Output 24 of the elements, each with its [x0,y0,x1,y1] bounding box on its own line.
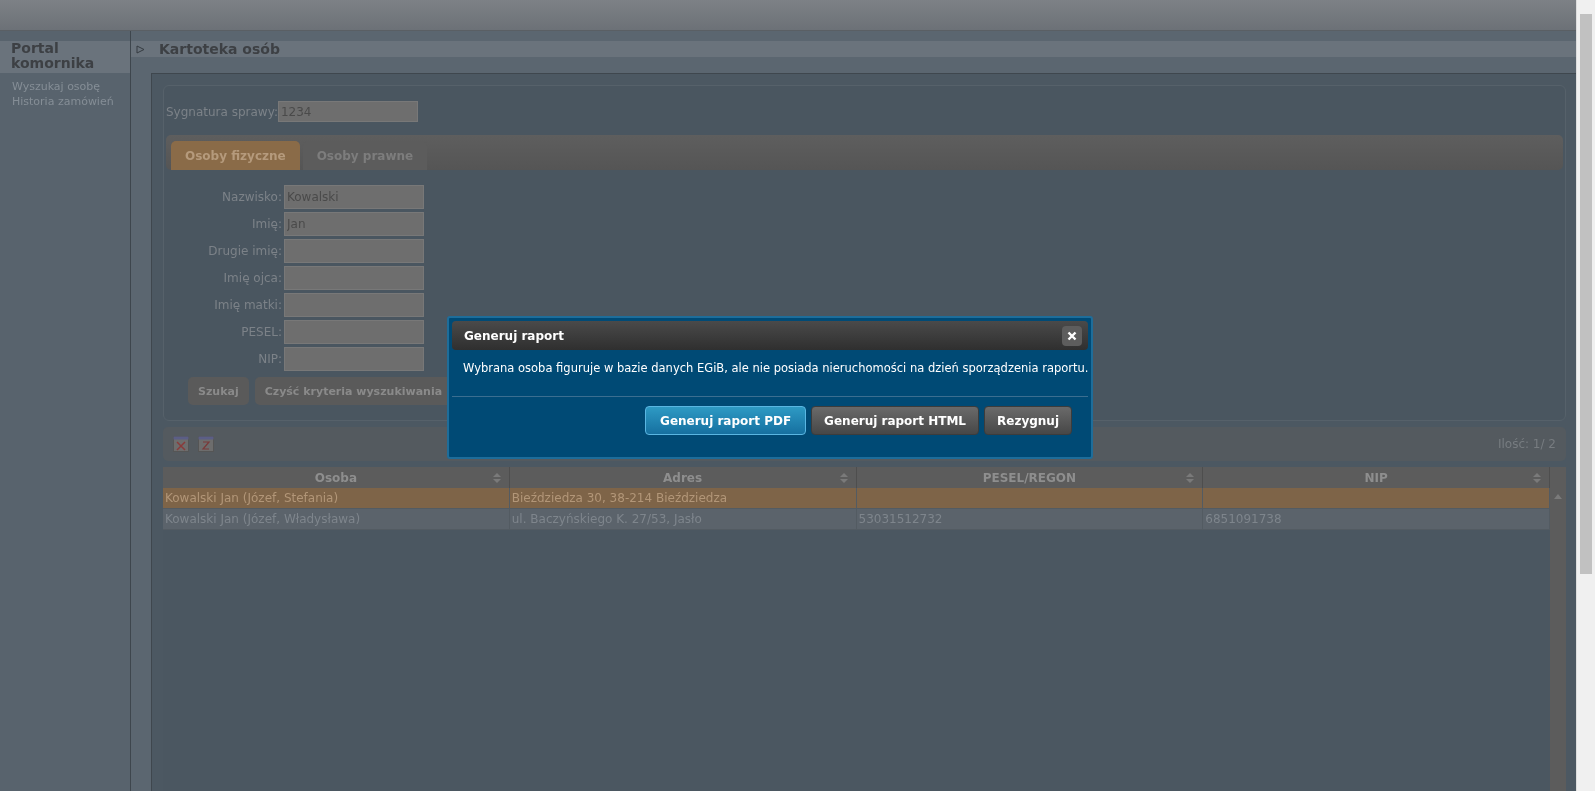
input-field[interactable] [284,347,424,371]
delete-icon[interactable] [173,436,189,452]
expand-triangle-icon[interactable] [136,44,145,54]
page-scrollbar[interactable] [1576,0,1595,791]
table-scrollbar[interactable] [1550,488,1566,791]
sort-icon[interactable] [1533,473,1541,483]
sort-icon[interactable] [839,473,848,483]
dialog-button[interactable]: Rezygnuj [984,406,1072,435]
scroll-up-arrow-icon[interactable] [1554,494,1562,499]
dialog-title: Generuj raport [464,328,564,343]
sort-icon[interactable] [492,473,501,483]
dialog-button[interactable]: Generuj raport HTML [811,406,979,435]
input-field[interactable] [284,239,424,263]
sort-icon[interactable] [1186,473,1195,483]
input-field[interactable] [284,266,424,290]
close-button[interactable] [1062,325,1082,346]
z-document-icon[interactable] [198,436,214,452]
input-field[interactable] [284,293,424,317]
close-icon[interactable] [1067,330,1077,341]
input-field[interactable] [284,320,424,344]
page-title: Kartoteka osób [159,41,280,57]
dialog-message: Wybrana osoba figuruje w bazie danych EGiB, ale nie posiada nieruchomości na dzień sporządzenia raportu. [463,360,1089,376]
sidebar-title: Portal komornika [0,41,130,73]
dialog-button[interactable]: Generuj raport PDF [645,406,807,435]
